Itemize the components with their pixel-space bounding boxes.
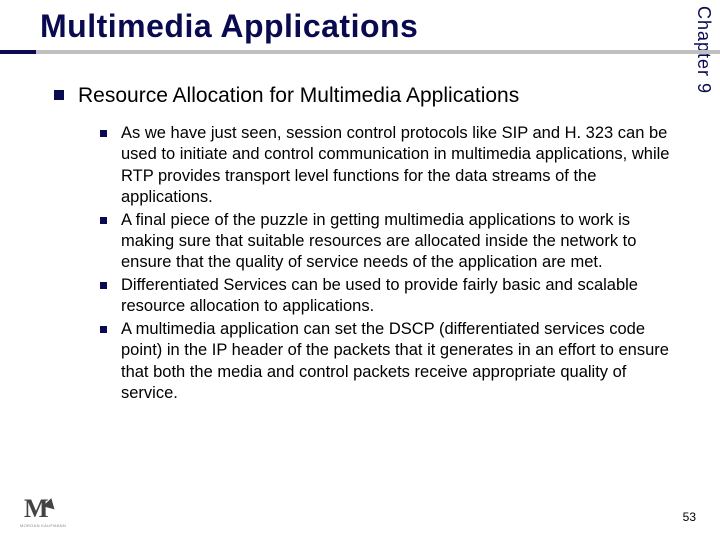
slide-header: Multimedia Applications	[0, 0, 720, 72]
title-underline-accent	[0, 50, 36, 54]
list-item: As we have just seen, session control pr…	[100, 123, 670, 207]
list-item-text: A final piece of the puzzle in getting m…	[121, 210, 670, 273]
bullet-icon	[100, 282, 107, 289]
bullet-icon	[100, 130, 107, 137]
section-block: Resource Allocation for Multimedia Appli…	[54, 82, 670, 404]
bullet-icon	[100, 217, 107, 224]
title-underline	[0, 50, 720, 54]
publisher-name: MORGAN KAUFMANN	[20, 523, 66, 528]
list-item-text: Differentiated Services can be used to p…	[121, 275, 670, 317]
section-heading: Resource Allocation for Multimedia Appli…	[78, 82, 519, 109]
bullet-list: As we have just seen, session control pr…	[54, 123, 670, 403]
bullet-icon	[100, 326, 107, 333]
list-item-text: As we have just seen, session control pr…	[121, 123, 670, 207]
list-item-text: A multimedia application can set the DSC…	[121, 319, 670, 403]
publisher-logo: M MORGAN KAUFMANN	[20, 496, 56, 526]
list-item: A multimedia application can set the DSC…	[100, 319, 670, 403]
list-item: Differentiated Services can be used to p…	[100, 275, 670, 317]
bullet-icon	[54, 90, 64, 100]
list-item: A final piece of the puzzle in getting m…	[100, 210, 670, 273]
slide-title: Multimedia Applications	[40, 8, 720, 45]
page-number: 53	[683, 510, 696, 524]
slide-content: Resource Allocation for Multimedia Appli…	[0, 72, 720, 404]
